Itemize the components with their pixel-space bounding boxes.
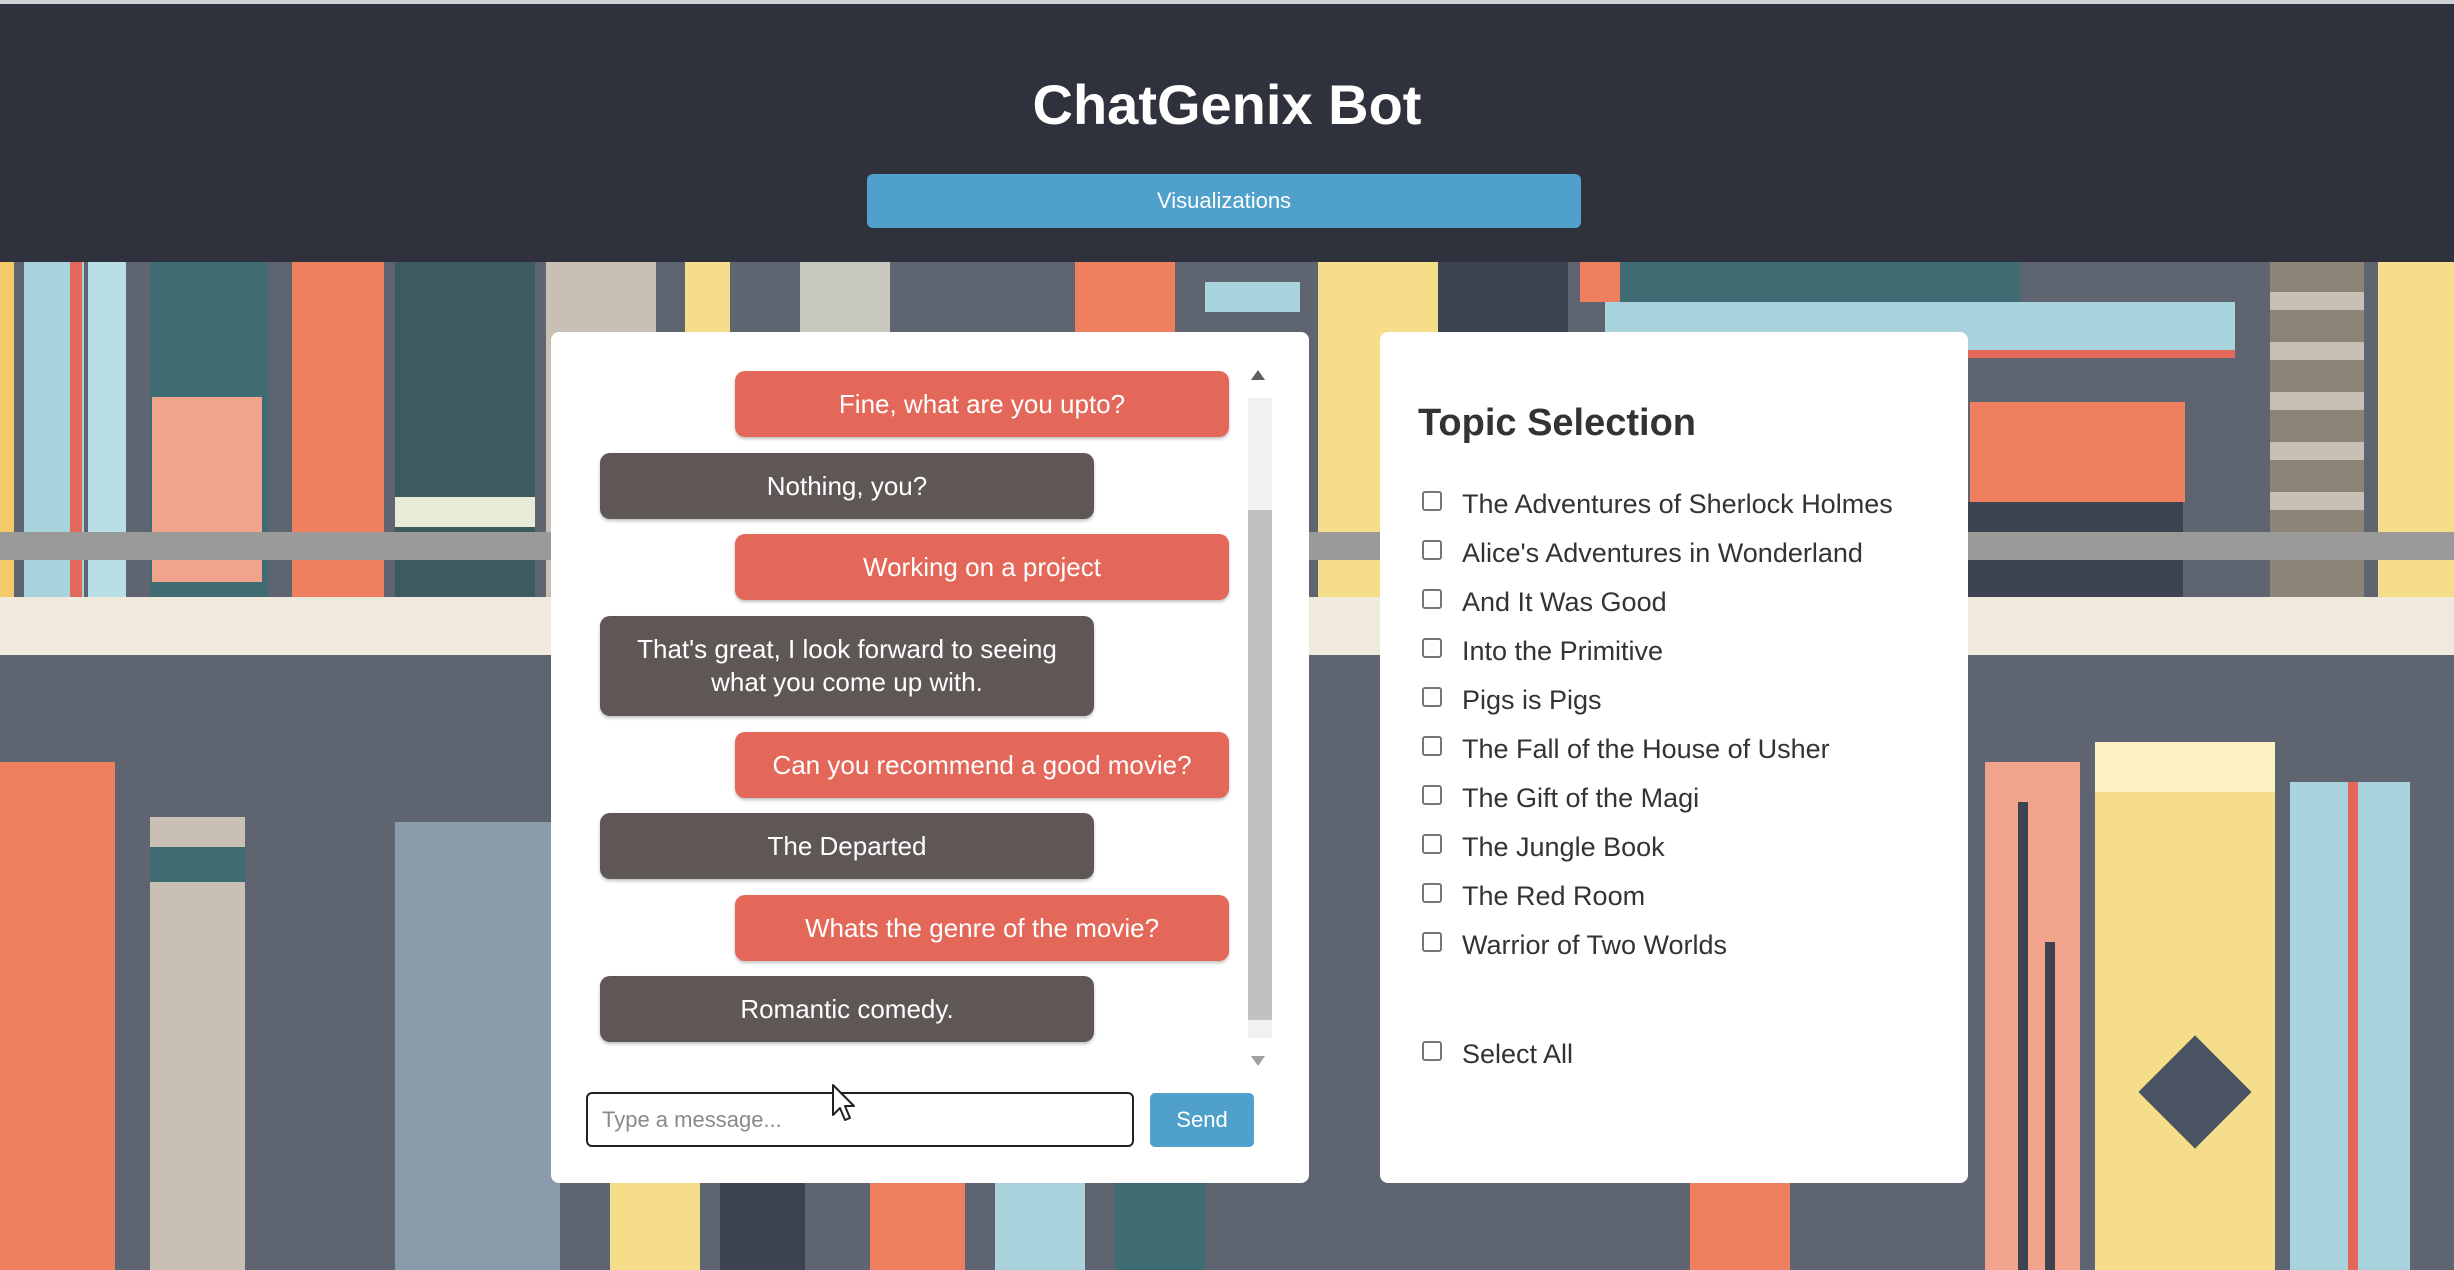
topic-item[interactable]: Into the Primitive bbox=[1418, 627, 1893, 676]
topic-item[interactable]: The Gift of the Magi bbox=[1418, 774, 1893, 823]
topic-label[interactable]: Pigs is Pigs bbox=[1462, 685, 1602, 716]
checkbox-icon[interactable] bbox=[1422, 686, 1442, 707]
checkbox-icon[interactable] bbox=[1422, 833, 1442, 854]
topic-label[interactable]: The Gift of the Magi bbox=[1462, 783, 1699, 814]
send-button[interactable]: Send bbox=[1150, 1093, 1254, 1147]
topic-selection-title: Topic Selection bbox=[1418, 402, 1697, 444]
topic-selection-panel: Topic Selection The Adventures of Sherlo… bbox=[1380, 332, 1968, 1183]
scroll-up-arrow-icon[interactable] bbox=[1251, 370, 1265, 380]
topic-list: The Adventures of Sherlock Holmes Alice'… bbox=[1418, 480, 1893, 970]
select-all-label[interactable]: Select All bbox=[1462, 1039, 1573, 1070]
checkbox-icon[interactable] bbox=[1422, 784, 1442, 805]
topic-label[interactable]: Alice's Adventures in Wonderland bbox=[1462, 538, 1863, 569]
user-message: Working on a project bbox=[735, 534, 1229, 600]
topic-label[interactable]: And It Was Good bbox=[1462, 587, 1667, 618]
checkbox-icon[interactable] bbox=[1422, 490, 1442, 511]
message-scrollbar[interactable] bbox=[1244, 370, 1274, 1068]
topic-item[interactable]: The Fall of the House of Usher bbox=[1418, 725, 1893, 774]
topic-label[interactable]: The Fall of the House of Usher bbox=[1462, 734, 1830, 765]
message-input[interactable] bbox=[586, 1092, 1134, 1147]
checkbox-icon[interactable] bbox=[1422, 588, 1442, 609]
bot-message: That's great, I look forward to seeing w… bbox=[600, 616, 1094, 716]
topic-item[interactable]: The Red Room bbox=[1418, 872, 1893, 921]
checkbox-icon[interactable] bbox=[1422, 735, 1442, 756]
checkbox-icon[interactable] bbox=[1422, 931, 1442, 952]
topic-item[interactable]: Alice's Adventures in Wonderland bbox=[1418, 529, 1893, 578]
topic-label[interactable]: Warrior of Two Worlds bbox=[1462, 930, 1727, 961]
topic-item[interactable]: The Adventures of Sherlock Holmes bbox=[1418, 480, 1893, 529]
topic-label[interactable]: The Jungle Book bbox=[1462, 832, 1665, 863]
visualizations-button[interactable]: Visualizations bbox=[867, 174, 1581, 228]
checkbox-icon[interactable] bbox=[1422, 539, 1442, 560]
topic-item[interactable]: The Jungle Book bbox=[1418, 823, 1893, 872]
topic-item[interactable]: Warrior of Two Worlds bbox=[1418, 921, 1893, 970]
app-header: ChatGenix Bot Visualizations bbox=[0, 4, 2454, 262]
topic-label[interactable]: Into the Primitive bbox=[1462, 636, 1663, 667]
scrollbar-thumb[interactable] bbox=[1248, 510, 1272, 1020]
user-message: Fine, what are you upto? bbox=[735, 371, 1229, 437]
user-message: Whats the genre of the movie? bbox=[735, 895, 1229, 961]
topic-label[interactable]: The Adventures of Sherlock Holmes bbox=[1462, 489, 1893, 520]
checkbox-icon[interactable] bbox=[1422, 637, 1442, 658]
topic-item[interactable]: Pigs is Pigs bbox=[1418, 676, 1893, 725]
chat-panel: Fine, what are you upto? Nothing, you? W… bbox=[551, 332, 1309, 1183]
bot-message: Nothing, you? bbox=[600, 453, 1094, 519]
scroll-down-arrow-icon[interactable] bbox=[1251, 1056, 1265, 1066]
checkbox-icon[interactable] bbox=[1422, 882, 1442, 903]
select-all-option[interactable]: Select All bbox=[1418, 1030, 1573, 1079]
bot-message: Romantic comedy. bbox=[600, 976, 1094, 1042]
message-list[interactable]: Fine, what are you upto? Nothing, you? W… bbox=[551, 332, 1251, 1072]
topic-item[interactable]: And It Was Good bbox=[1418, 578, 1893, 627]
checkbox-icon[interactable] bbox=[1422, 1040, 1442, 1061]
topic-label[interactable]: The Red Room bbox=[1462, 881, 1645, 912]
user-message: Can you recommend a good movie? bbox=[735, 732, 1229, 798]
bot-message: The Departed bbox=[600, 813, 1094, 879]
page-title: ChatGenix Bot bbox=[1032, 73, 1422, 136]
mouse-pointer-icon bbox=[832, 1084, 855, 1121]
